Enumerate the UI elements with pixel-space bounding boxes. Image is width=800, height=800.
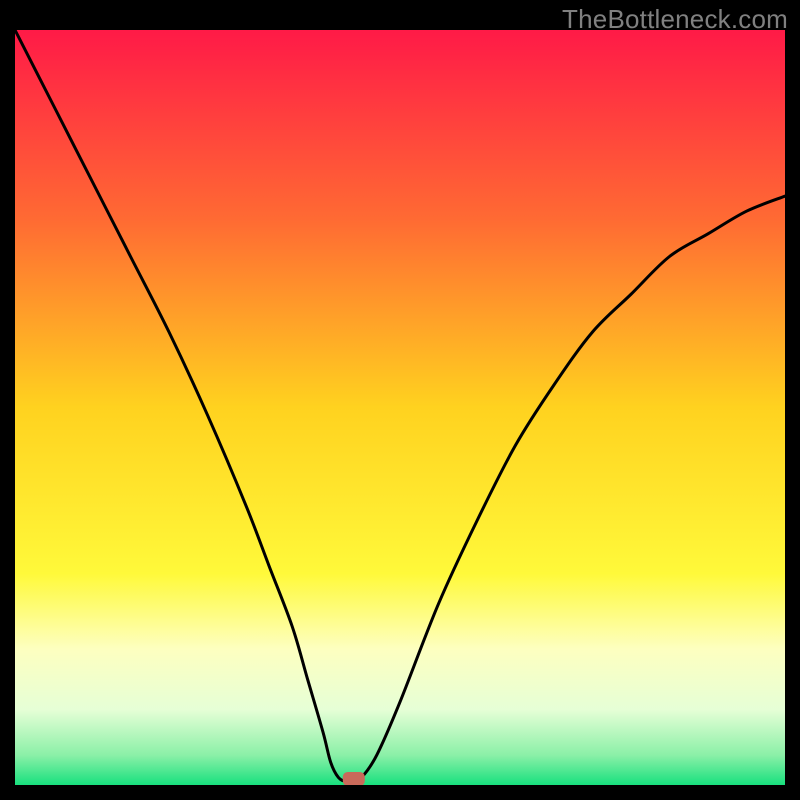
optimal-marker <box>343 772 365 785</box>
chart-svg <box>15 30 785 785</box>
chart-frame: TheBottleneck.com <box>0 0 800 800</box>
attribution-text: TheBottleneck.com <box>562 4 788 35</box>
gradient-rect <box>15 30 785 785</box>
plot-area <box>15 30 785 785</box>
